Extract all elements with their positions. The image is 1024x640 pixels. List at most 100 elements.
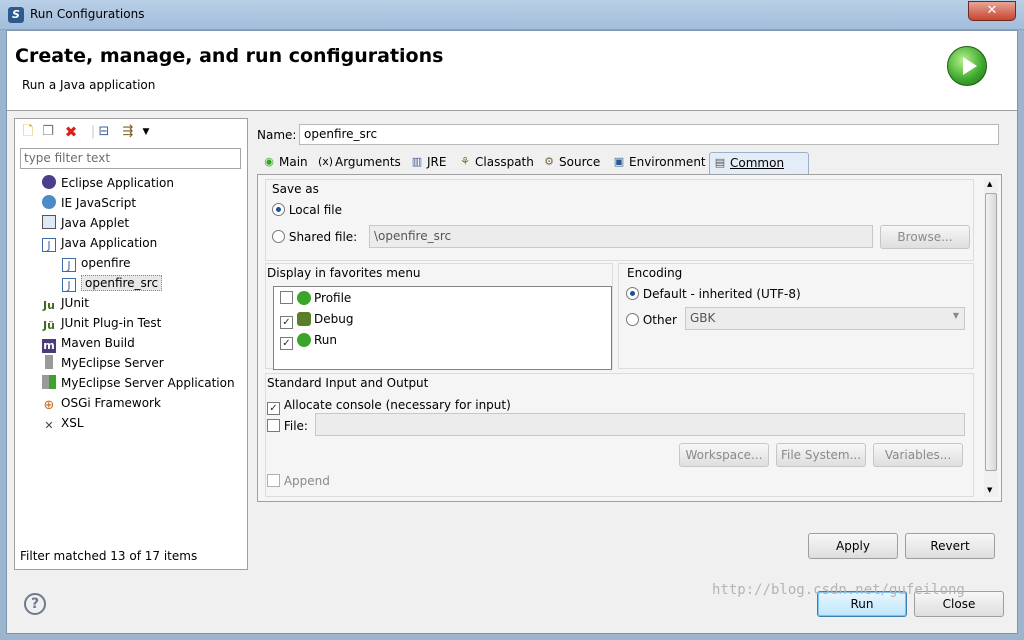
encoding-group: Encoding Default - inherited (UTF-8) Oth… [618,263,974,369]
new-config-icon[interactable]: 🗋 [20,124,36,140]
name-label: Name: [257,128,297,142]
delete-icon[interactable]: ✖ [63,124,79,140]
tree-item-junit[interactable]: Ju JUnit [42,293,89,313]
std-io-title: Standard Input and Output [267,376,429,390]
scroll-up-icon[interactable]: ▲ [987,180,992,188]
local-file-option[interactable]: Local file [272,203,342,217]
file-system-button[interactable]: File System... [776,443,866,467]
junit-icon: Ju [43,299,55,312]
main-tab-icon: ◉ [264,155,274,168]
favorites-list: Profile ✓ Debug ✓ Run [273,286,612,370]
debug-checkbox[interactable]: ✓ [280,316,293,329]
help-icon[interactable]: ? [24,593,46,615]
common-tab-panel: Save as Local file Shared file: \openfir… [257,174,1002,502]
tree-item-java-application[interactable]: J Java Application [42,233,157,253]
window-title: Run Configurations [30,7,145,21]
java-config-icon: J [62,258,76,272]
other-encoding-select[interactable]: GBK ▼ [685,307,965,330]
app-icon: S [8,7,24,23]
save-as-title: Save as [272,182,319,196]
window-close-button[interactable]: ✕ [968,1,1016,21]
tree-item-myeclipse-server-application[interactable]: MyEclipse Server Application [42,373,235,393]
favorite-profile[interactable]: Profile [280,289,351,307]
shared-file-option[interactable]: Shared file: [272,230,357,244]
default-encoding-radio[interactable] [626,287,639,300]
output-file-checkbox[interactable] [267,419,280,432]
output-file-field[interactable] [315,413,965,436]
favorite-debug[interactable]: ✓ Debug [280,310,353,329]
profile-checkbox[interactable] [280,291,293,304]
tree-item-openfire-src[interactable]: Jopenfire_src [62,273,163,293]
other-encoding-option[interactable]: Other [626,313,677,327]
filter-input[interactable]: type filter text [20,148,241,169]
apply-button[interactable]: Apply [808,533,898,559]
allocate-console-checkbox[interactable]: ✓ [267,402,280,415]
bug-icon [297,312,311,326]
config-editor: Name: openfire_src ◉ Main (x) Arguments ▥ J… [250,118,1002,570]
dialog: Create, manage, and run configurations R… [6,30,1018,634]
title-bar: S Run Configurations ✕ [0,0,1024,30]
globe-icon [42,195,56,209]
tab-source[interactable]: ⚙ Source [539,152,600,174]
browse-button[interactable]: Browse... [880,225,970,249]
tree-item-maven-build[interactable]: m Maven Build [42,333,135,353]
source-icon: ⚙ [544,155,554,168]
chevron-down-icon[interactable]: ▼ [138,124,154,140]
dialog-header: Create, manage, and run configurations R… [7,31,1017,111]
osgi-icon: ⊕ [43,398,55,413]
workspace-button[interactable]: Workspace... [679,443,769,467]
arguments-icon: (x) [318,155,334,168]
tree-item-junit-plugin-test[interactable]: Jü JUnit Plug-in Test [42,313,161,333]
name-input[interactable]: openfire_src [299,124,999,145]
scrollbar-thumb[interactable] [985,193,997,471]
scroll-down-icon[interactable]: ▼ [987,486,992,494]
output-file-option[interactable]: File: [267,419,308,433]
run-icon [297,333,311,347]
environment-icon: ▣ [613,155,625,168]
tree-item-java-applet[interactable]: Java Applet [42,213,129,233]
tab-arguments[interactable]: (x) Arguments [315,152,401,174]
run-checkbox[interactable]: ✓ [280,337,293,350]
append-option[interactable]: Append [267,474,330,488]
filter-icon[interactable]: ⇶ [120,124,136,140]
applet-icon [42,215,56,229]
server-icon [45,355,53,369]
server-app-icon [42,375,56,389]
tab-classpath[interactable]: ⚘ Classpath [455,152,534,174]
revert-button[interactable]: Revert [905,533,995,559]
append-checkbox[interactable] [267,474,280,487]
favorites-title: Display in favorites menu [267,266,421,280]
classpath-icon: ⚘ [460,155,470,168]
run-banner-icon [947,46,987,86]
tree-item-osgi-framework[interactable]: ⊕ OSGi Framework [42,393,161,413]
tree-item-openfire[interactable]: Jopenfire [62,253,131,273]
tab-main[interactable]: ◉ Main [259,152,307,174]
other-encoding-radio[interactable] [626,313,639,326]
default-encoding-option[interactable]: Default - inherited (UTF-8) [626,287,801,301]
favorite-run[interactable]: ✓ Run [280,331,337,350]
tree-item-xsl[interactable]: ✕ XSL [42,413,83,433]
config-tabs: ◉ Main (x) Arguments ▥ JRE ⚘ Classpath ⚙ Sour… [257,152,1002,174]
eclipse-icon [42,175,56,189]
collapse-all-icon[interactable]: ⊟ [96,124,112,140]
xsl-icon: ✕ [44,419,54,432]
local-file-radio[interactable] [272,203,285,216]
tree-item-eclipse-application[interactable]: Eclipse Application [42,173,174,193]
tab-jre[interactable]: ▥ JRE [407,152,447,174]
library-icon: ▥ [411,155,423,168]
tree-item-myeclipse-server[interactable]: MyEclipse Server [42,353,164,373]
java-config-icon: J [62,278,76,292]
shared-file-radio[interactable] [272,230,285,243]
header-title: Create, manage, and run configurations [15,45,444,67]
tree-item-ie-javascript[interactable]: IE JavaScript [42,193,136,213]
watermark: http://blog.csdn.net/gufeilong [712,582,965,598]
tab-common[interactable]: ▤ Common [709,152,809,174]
config-type-panel: 🗋 ❐ ✖ | ⊟ ⇶ ▼ type filter text Eclipse A… [14,118,248,570]
vertical-scrollbar[interactable]: ▲ ▼ [984,179,998,497]
duplicate-icon[interactable]: ❐ [40,124,56,140]
maven-icon: m [42,339,56,353]
variables-button[interactable]: Variables... [873,443,963,467]
shared-file-field[interactable]: \openfire_src [369,225,873,248]
common-icon: ▤ [714,156,726,169]
tab-environment[interactable]: ▣ Environment [609,152,706,174]
